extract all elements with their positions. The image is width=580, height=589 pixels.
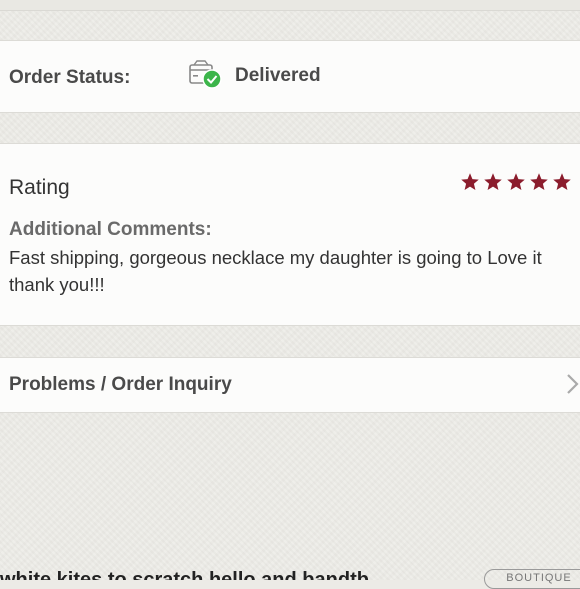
order-status-value: Delivered <box>235 65 321 86</box>
star-rating <box>460 172 572 192</box>
order-status-card: Order Status: Delivered <box>0 40 580 113</box>
order-inquiry-label: Problems / Order Inquiry <box>9 374 232 395</box>
star-icon <box>484 173 502 190</box>
boutique-badge: BOUTIQUE <box>484 569 580 589</box>
star-icon <box>461 173 479 190</box>
additional-comments-label: Additional Comments: <box>9 219 212 240</box>
star-icon <box>507 173 525 190</box>
chevron-right-icon <box>567 374 579 394</box>
order-status-label: Order Status: <box>9 67 131 88</box>
star-icon <box>553 173 571 190</box>
rating-title: Rating <box>9 176 70 199</box>
star-icon <box>530 173 548 190</box>
delivered-box-icon <box>189 60 222 89</box>
partial-caption-text: white kites to scratch hello and bandtb <box>0 569 369 580</box>
rating-card: Rating Additional Comments: Fast shippin… <box>0 143 580 326</box>
order-inquiry-row[interactable]: Problems / Order Inquiry <box>0 357 580 413</box>
additional-comments-text: Fast shipping, gorgeous necklace my daug… <box>9 247 542 295</box>
top-strip <box>0 0 580 11</box>
